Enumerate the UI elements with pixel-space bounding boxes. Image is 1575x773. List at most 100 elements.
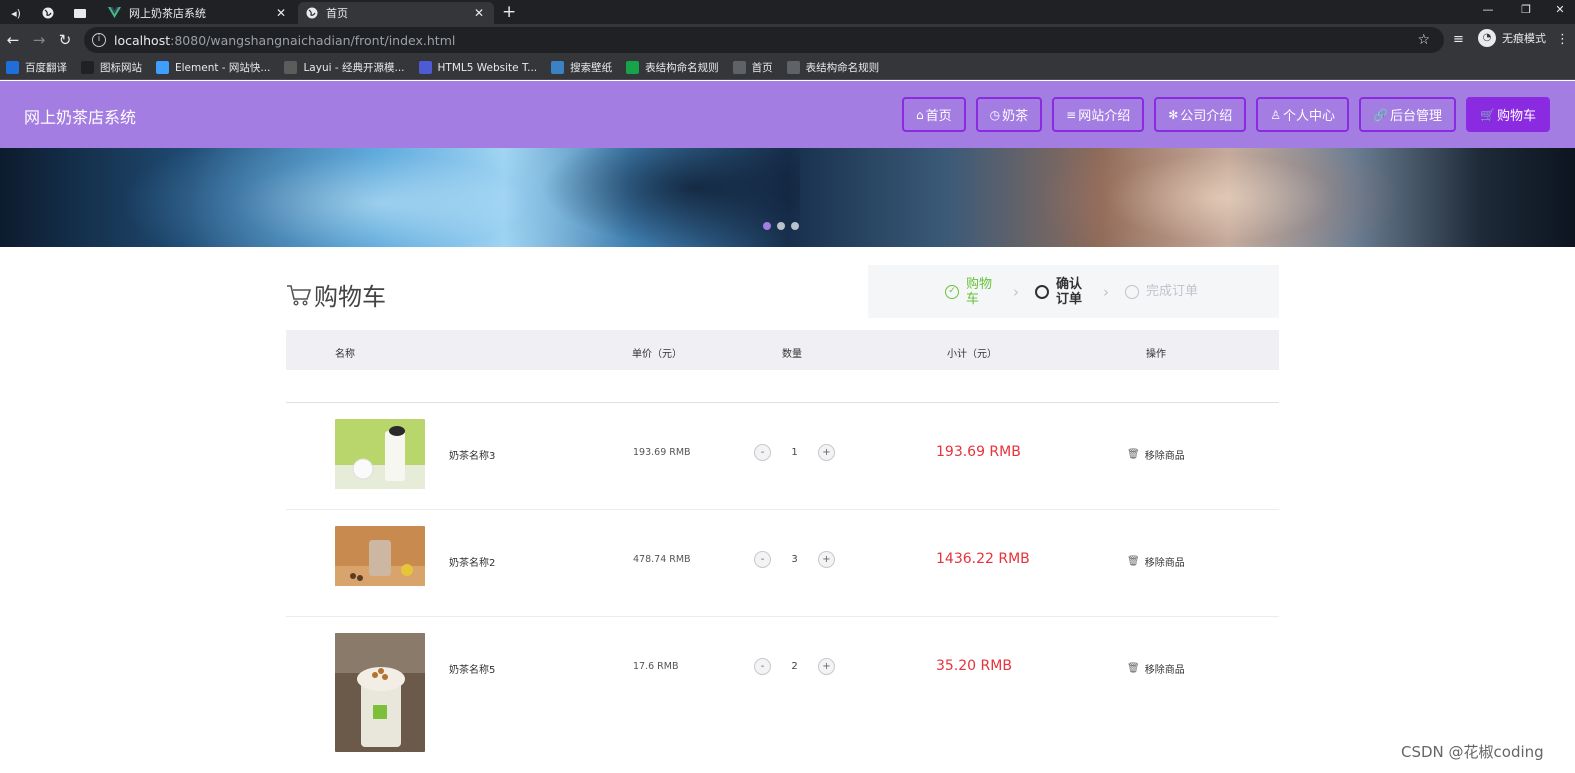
remove-label: 移除商品 bbox=[1144, 665, 1185, 676]
list-icon: ≡ bbox=[1066, 107, 1077, 122]
forward-icon[interactable]: → bbox=[29, 30, 49, 50]
bookmark-item[interactable]: 表结构命名规则 bbox=[786, 60, 880, 75]
nav-home[interactable]: ⌂ 首页 bbox=[901, 97, 966, 132]
bookmark-item[interactable]: Layui - 经典开源模... bbox=[284, 60, 405, 75]
tab-audio-pinned[interactable]: ◂) bbox=[2, 2, 30, 24]
vue-logo-icon bbox=[108, 7, 121, 18]
col-actions: 操作 bbox=[1146, 349, 1166, 360]
bookmark-item[interactable]: 首页 bbox=[732, 60, 773, 75]
nav-cart[interactable]: 🛒 购物车 bbox=[1466, 97, 1550, 132]
decrease-button[interactable]: - bbox=[754, 551, 771, 568]
step-cart: ✓ 购物车 bbox=[945, 265, 994, 318]
increase-button[interactable]: + bbox=[818, 444, 835, 461]
bookmark-label: 表结构命名规则 bbox=[645, 62, 719, 74]
quantity-value[interactable]: 2 bbox=[771, 661, 818, 672]
col-subtotal: 小计（元） bbox=[947, 349, 997, 360]
bookmark-label: 表结构命名规则 bbox=[805, 62, 880, 74]
wallpaper-icon bbox=[551, 61, 565, 74]
remove-item-button[interactable]: 🗑 移除商品 bbox=[1127, 554, 1185, 569]
nav-admin[interactable]: 🔗 后台管理 bbox=[1359, 97, 1457, 132]
nav-personal-center[interactable]: ♙ 个人中心 bbox=[1256, 97, 1350, 132]
chevron-right-icon: › bbox=[1013, 283, 1019, 301]
col-name: 名称 bbox=[335, 349, 355, 360]
remove-label: 移除商品 bbox=[1144, 558, 1185, 569]
element-icon bbox=[156, 61, 169, 74]
site-title: 网上奶茶店系统 bbox=[24, 108, 137, 127]
clock-icon: ◷ bbox=[989, 107, 1001, 122]
address-bar-row: ← → ↻ i localhost:8080/wangshangnaichadi… bbox=[0, 24, 1575, 56]
window-close-button[interactable]: ✕ bbox=[1542, 0, 1575, 20]
new-tab-button[interactable]: + bbox=[502, 2, 516, 22]
step-label: 购物车 bbox=[966, 276, 993, 307]
bookmark-item[interactable]: HTML5 Website T... bbox=[418, 61, 537, 74]
quantity-value[interactable]: 3 bbox=[771, 554, 818, 565]
nav-site-intro[interactable]: ≡ 网站介绍 bbox=[1052, 97, 1145, 132]
carousel-dot-1[interactable] bbox=[763, 222, 771, 230]
tab-blank-pinned[interactable] bbox=[66, 2, 94, 24]
browser-tab-bar: ◂) 网上奶茶店系统 ✕ 首页 ✕ + — ❐ ✕ bbox=[0, 0, 1575, 24]
globe-icon bbox=[786, 61, 800, 74]
table-row: 奶茶名称5 17.6 RMB - 2 + 35.20 RMB 🗑 移除商品 bbox=[286, 617, 1279, 757]
trash-icon: 🗑 bbox=[1127, 556, 1140, 567]
cart-page-title: 购物车 bbox=[286, 277, 386, 312]
close-icon[interactable]: ✕ bbox=[274, 6, 288, 20]
globe-icon bbox=[306, 7, 318, 19]
bookmark-label: Element - 网站快... bbox=[175, 62, 271, 74]
carousel-dot-3[interactable] bbox=[791, 222, 799, 230]
menu-icon[interactable]: ⋮ bbox=[1556, 32, 1569, 47]
incognito-indicator[interactable]: ◔ 无痕模式 bbox=[1478, 29, 1546, 47]
bookmark-item[interactable]: 表结构命名规则 bbox=[626, 60, 719, 75]
carousel-dot-2[interactable] bbox=[777, 222, 785, 230]
remove-item-button[interactable]: 🗑 移除商品 bbox=[1127, 661, 1185, 676]
url-path: :8080/wangshangnaichadian/front/index.ht… bbox=[170, 32, 456, 48]
nav-company-intro[interactable]: ✻ 公司介绍 bbox=[1154, 97, 1247, 132]
decrease-button[interactable]: - bbox=[754, 658, 771, 675]
site-header: 网上奶茶店系统 ⌂ 首页 ◷ 奶茶 ≡ 网站介绍 ✻ 公司介绍 ♙ 个人中心 🔗 后台管理 … bbox=[0, 81, 1575, 148]
info-icon[interactable]: i bbox=[92, 33, 106, 47]
banner-image-figure bbox=[540, 148, 800, 247]
decrease-button[interactable]: - bbox=[754, 444, 771, 461]
html5-icon bbox=[418, 61, 432, 74]
minimize-button[interactable]: — bbox=[1470, 0, 1506, 20]
quantity-stepper: - 3 + bbox=[754, 551, 835, 568]
reading-list-icon[interactable]: ≡ bbox=[1453, 32, 1464, 47]
product-image[interactable] bbox=[335, 633, 425, 752]
nav-label: 奶茶 bbox=[1002, 109, 1029, 124]
tab-site[interactable]: 网上奶茶店系统 ✕ bbox=[100, 2, 296, 24]
bookmark-item[interactable]: 百度翻译 bbox=[6, 60, 67, 75]
increase-button[interactable]: + bbox=[818, 551, 835, 568]
product-name: 奶茶名称3 bbox=[449, 451, 496, 462]
nav-milk-tea[interactable]: ◷ 奶茶 bbox=[975, 97, 1043, 132]
bookmark-label: 图标网站 bbox=[100, 62, 142, 74]
subtotal: 1436.22 RMB bbox=[936, 551, 1030, 567]
url-input[interactable]: i localhost:8080/wangshangnaichadian/fro… bbox=[84, 27, 1444, 53]
flower-icon: ✻ bbox=[1168, 107, 1179, 122]
tab-globe-pinned[interactable] bbox=[34, 2, 62, 24]
tab-home[interactable]: 首页 ✕ bbox=[298, 2, 494, 24]
quantity-value[interactable]: 1 bbox=[771, 447, 818, 458]
remove-item-button[interactable]: 🗑 移除商品 bbox=[1127, 447, 1185, 462]
reload-icon[interactable]: ↻ bbox=[55, 30, 75, 50]
close-icon[interactable]: ✕ bbox=[472, 6, 486, 20]
step-label: 完成订单 bbox=[1146, 284, 1199, 299]
bookmark-item[interactable]: 搜索壁纸 bbox=[551, 60, 612, 75]
product-image[interactable] bbox=[335, 526, 425, 586]
back-icon[interactable]: ← bbox=[3, 30, 23, 50]
increase-button[interactable]: + bbox=[818, 658, 835, 675]
speaker-icon: ◂) bbox=[11, 6, 21, 20]
banner-carousel[interactable] bbox=[0, 148, 1575, 247]
subtotal: 193.69 RMB bbox=[936, 444, 1021, 460]
restore-button[interactable]: ❐ bbox=[1508, 0, 1544, 20]
bookmarks-bar: 百度翻译 图标网站 Element - 网站快... Layui - 经典开源模...… bbox=[0, 56, 1575, 80]
quantity-stepper: - 1 + bbox=[754, 444, 835, 461]
circle-icon bbox=[1035, 284, 1049, 299]
bookmark-item[interactable]: 图标网站 bbox=[81, 60, 142, 75]
bookmark-item[interactable]: Element - 网站快... bbox=[156, 60, 270, 75]
flag-icon bbox=[81, 61, 94, 74]
unit-price: 478.74 RMB bbox=[633, 554, 691, 565]
watermark: CSDN @花椒coding bbox=[1401, 743, 1544, 761]
remove-label: 移除商品 bbox=[1144, 451, 1185, 462]
bookmark-star-icon[interactable]: ☆ bbox=[1417, 32, 1430, 48]
product-image[interactable] bbox=[335, 419, 425, 489]
user-icon: ♙ bbox=[1270, 107, 1282, 122]
